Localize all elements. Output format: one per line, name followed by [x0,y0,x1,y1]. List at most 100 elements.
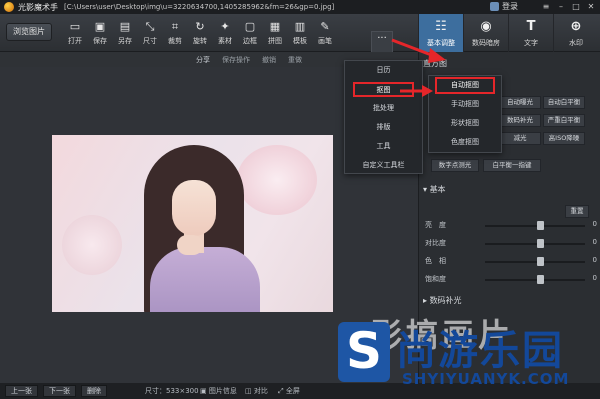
image-size-info: 尺寸：533×300 [145,387,199,395]
tool-template-button[interactable]: ▥ 模板 [289,17,311,49]
title-bar: 光影魔术手 [C:\Users\user\Desktop\img\u=32206… [0,0,600,14]
slider-value: 0 [592,274,597,282]
tool-label: 裁剪 [168,37,182,45]
tool-label: 保存 [93,37,107,45]
auto-exposure-button[interactable]: 自动曝光 [499,96,541,109]
digital-fill-light-button[interactable]: 数码补光 [499,114,541,127]
slider-label: 饱和度 [425,275,446,283]
login-label: 登录 [502,2,518,11]
slider-row: 色 相 0 [425,256,597,268]
brush-icon: ✎ [320,20,330,33]
tool-brush-button[interactable]: ✎ 画笔 [314,17,336,49]
close-icon[interactable]: ✕ [585,1,597,12]
tab-label: 文字 [524,39,538,47]
next-image-button[interactable]: 下一张 [43,385,76,397]
annotation-arrow [391,38,446,63]
folder-icon: ▭ [69,20,81,33]
slider-track[interactable] [485,279,585,281]
tool-folder-button[interactable]: ▭ 打开 [64,17,86,49]
tab-camera[interactable]: ◉ 数码暗房 [463,14,508,52]
tab-label: 数码暗房 [472,39,500,47]
tab-watermark[interactable]: ⊕ 水印 [553,14,598,52]
material-icon: ✦ [220,20,230,33]
login-button[interactable]: 登录 [490,1,518,12]
camera-icon: ◉ [480,18,492,34]
submenu-item[interactable]: 形状抠图 [429,114,501,133]
tool-label: 打开 [68,37,82,45]
collage-icon: ▦ [269,20,281,33]
tab-text[interactable]: T 文字 [508,14,553,52]
slider-track[interactable] [485,243,585,245]
tool-label: 另存 [118,37,132,45]
rotate-icon: ↻ [195,20,205,33]
maximize-icon[interactable]: □ [570,1,582,12]
slider-label: 色 相 [425,257,446,265]
image-info-button[interactable]: ▣ 图片信息 [200,386,237,396]
slider-handle[interactable] [537,221,544,230]
tool-label: 拼图 [268,37,282,45]
tool-collage-button[interactable]: ▦ 拼图 [264,17,286,49]
slider-value: 0 [592,256,597,264]
fullscreen-button[interactable]: ⤢ 全屏 [278,386,300,396]
spot-metering-button[interactable]: 数字点测光 [431,159,479,172]
cutout-submenu: 自动抠图 手动抠图 形状抠图 色度抠图 [428,75,502,153]
digital-light-section-title[interactable]: ▸ 数码补光 [423,295,462,307]
slider-handle[interactable] [537,239,544,248]
auto-white-balance-button[interactable]: 自动白平衡 [543,96,585,109]
tool-frame-button[interactable]: ▢ 边框 [239,17,261,49]
menu-item[interactable]: 批处理 [345,99,422,118]
menu-item[interactable]: 排版 [345,118,422,137]
slider-value: 0 [592,220,597,228]
app-name: 光影魔术手 [18,2,58,12]
tool-label: 旋转 [193,37,207,45]
slider-track[interactable] [485,225,585,227]
submenu-item[interactable]: 色度抠图 [429,133,501,152]
slider-track[interactable] [485,261,585,263]
undo-button[interactable]: 撤销 [262,55,276,65]
tool-group: ▭ 打开 ▣ 保存 ▤ 另存 ⤡ 尺寸 ⌗ 裁剪 ↻ 旋转 ✦ 素材 ▢ 边框 ▦ 拼图 ▥ 模板 ✎ 画笔 [64,17,339,49]
compare-button[interactable]: ◫ 对比 [245,386,268,396]
redo-button[interactable]: 重做 [288,55,302,65]
slider-row: 亮 度 0 [425,220,597,232]
template-icon: ▥ [294,20,306,33]
browse-images-button[interactable]: 浏览图片 [6,23,52,41]
watermark-logo: S [338,322,390,382]
submenu-item[interactable]: 手动抠图 [429,95,501,114]
save-icon: ▣ [94,20,106,33]
minimize-icon[interactable]: – [555,1,567,12]
tool-save-as-button[interactable]: ▤ 另存 [114,17,136,49]
menu-item[interactable]: 工具 [345,137,422,156]
watermark-brand: 尚游乐园 [396,328,564,374]
menu-icon[interactable]: ≡ [540,1,552,12]
share-button[interactable]: 分享 [196,55,210,65]
basic-section-title[interactable]: ▾ 基本 [423,184,446,196]
tool-material-button[interactable]: ✦ 素材 [214,17,236,49]
watermark-site: SHYIYUANYK.COM [402,370,570,388]
crop-icon: ⌗ [171,19,179,33]
tool-crop-button[interactable]: ⌗ 裁剪 [164,17,186,49]
delete-button[interactable]: 删除 [81,385,107,397]
submenu-item[interactable]: 自动抠图 [435,77,495,94]
slider-handle[interactable] [537,257,544,266]
high-iso-denoise-button[interactable]: 高ISO降噪 [543,132,585,145]
tool-rotate-button[interactable]: ↻ 旋转 [189,17,211,49]
frame-icon: ▢ [244,20,256,33]
resize-icon: ⤡ [145,19,155,33]
white-balance-one-click-button[interactable]: 白平衡一指键 [483,159,541,172]
slider-row: 饱和度 0 [425,274,597,286]
tool-save-button[interactable]: ▣ 保存 [89,17,111,49]
reset-button[interactable]: 重置 [565,205,589,218]
tool-label: 边框 [243,37,257,45]
tool-resize-button[interactable]: ⤡ 尺寸 [139,17,161,49]
slider-row: 对比度 0 [425,238,597,250]
save-as-icon: ▤ [119,20,131,33]
prev-image-button[interactable]: 上一张 [5,385,38,397]
reduce-light-button[interactable]: 减光 [499,132,541,145]
slider-handle[interactable] [537,275,544,284]
site-watermark: 影搞画片 S 尚游乐园 SHYIYUANYK.COM [330,308,600,399]
severe-white-balance-button[interactable]: 严重白平衡 [543,114,585,127]
menu-item[interactable]: 自定义工具栏 [345,156,422,175]
save-operation-button[interactable]: 保存操作 [222,55,250,65]
user-icon [490,2,499,11]
tool-label: 画笔 [318,37,332,45]
